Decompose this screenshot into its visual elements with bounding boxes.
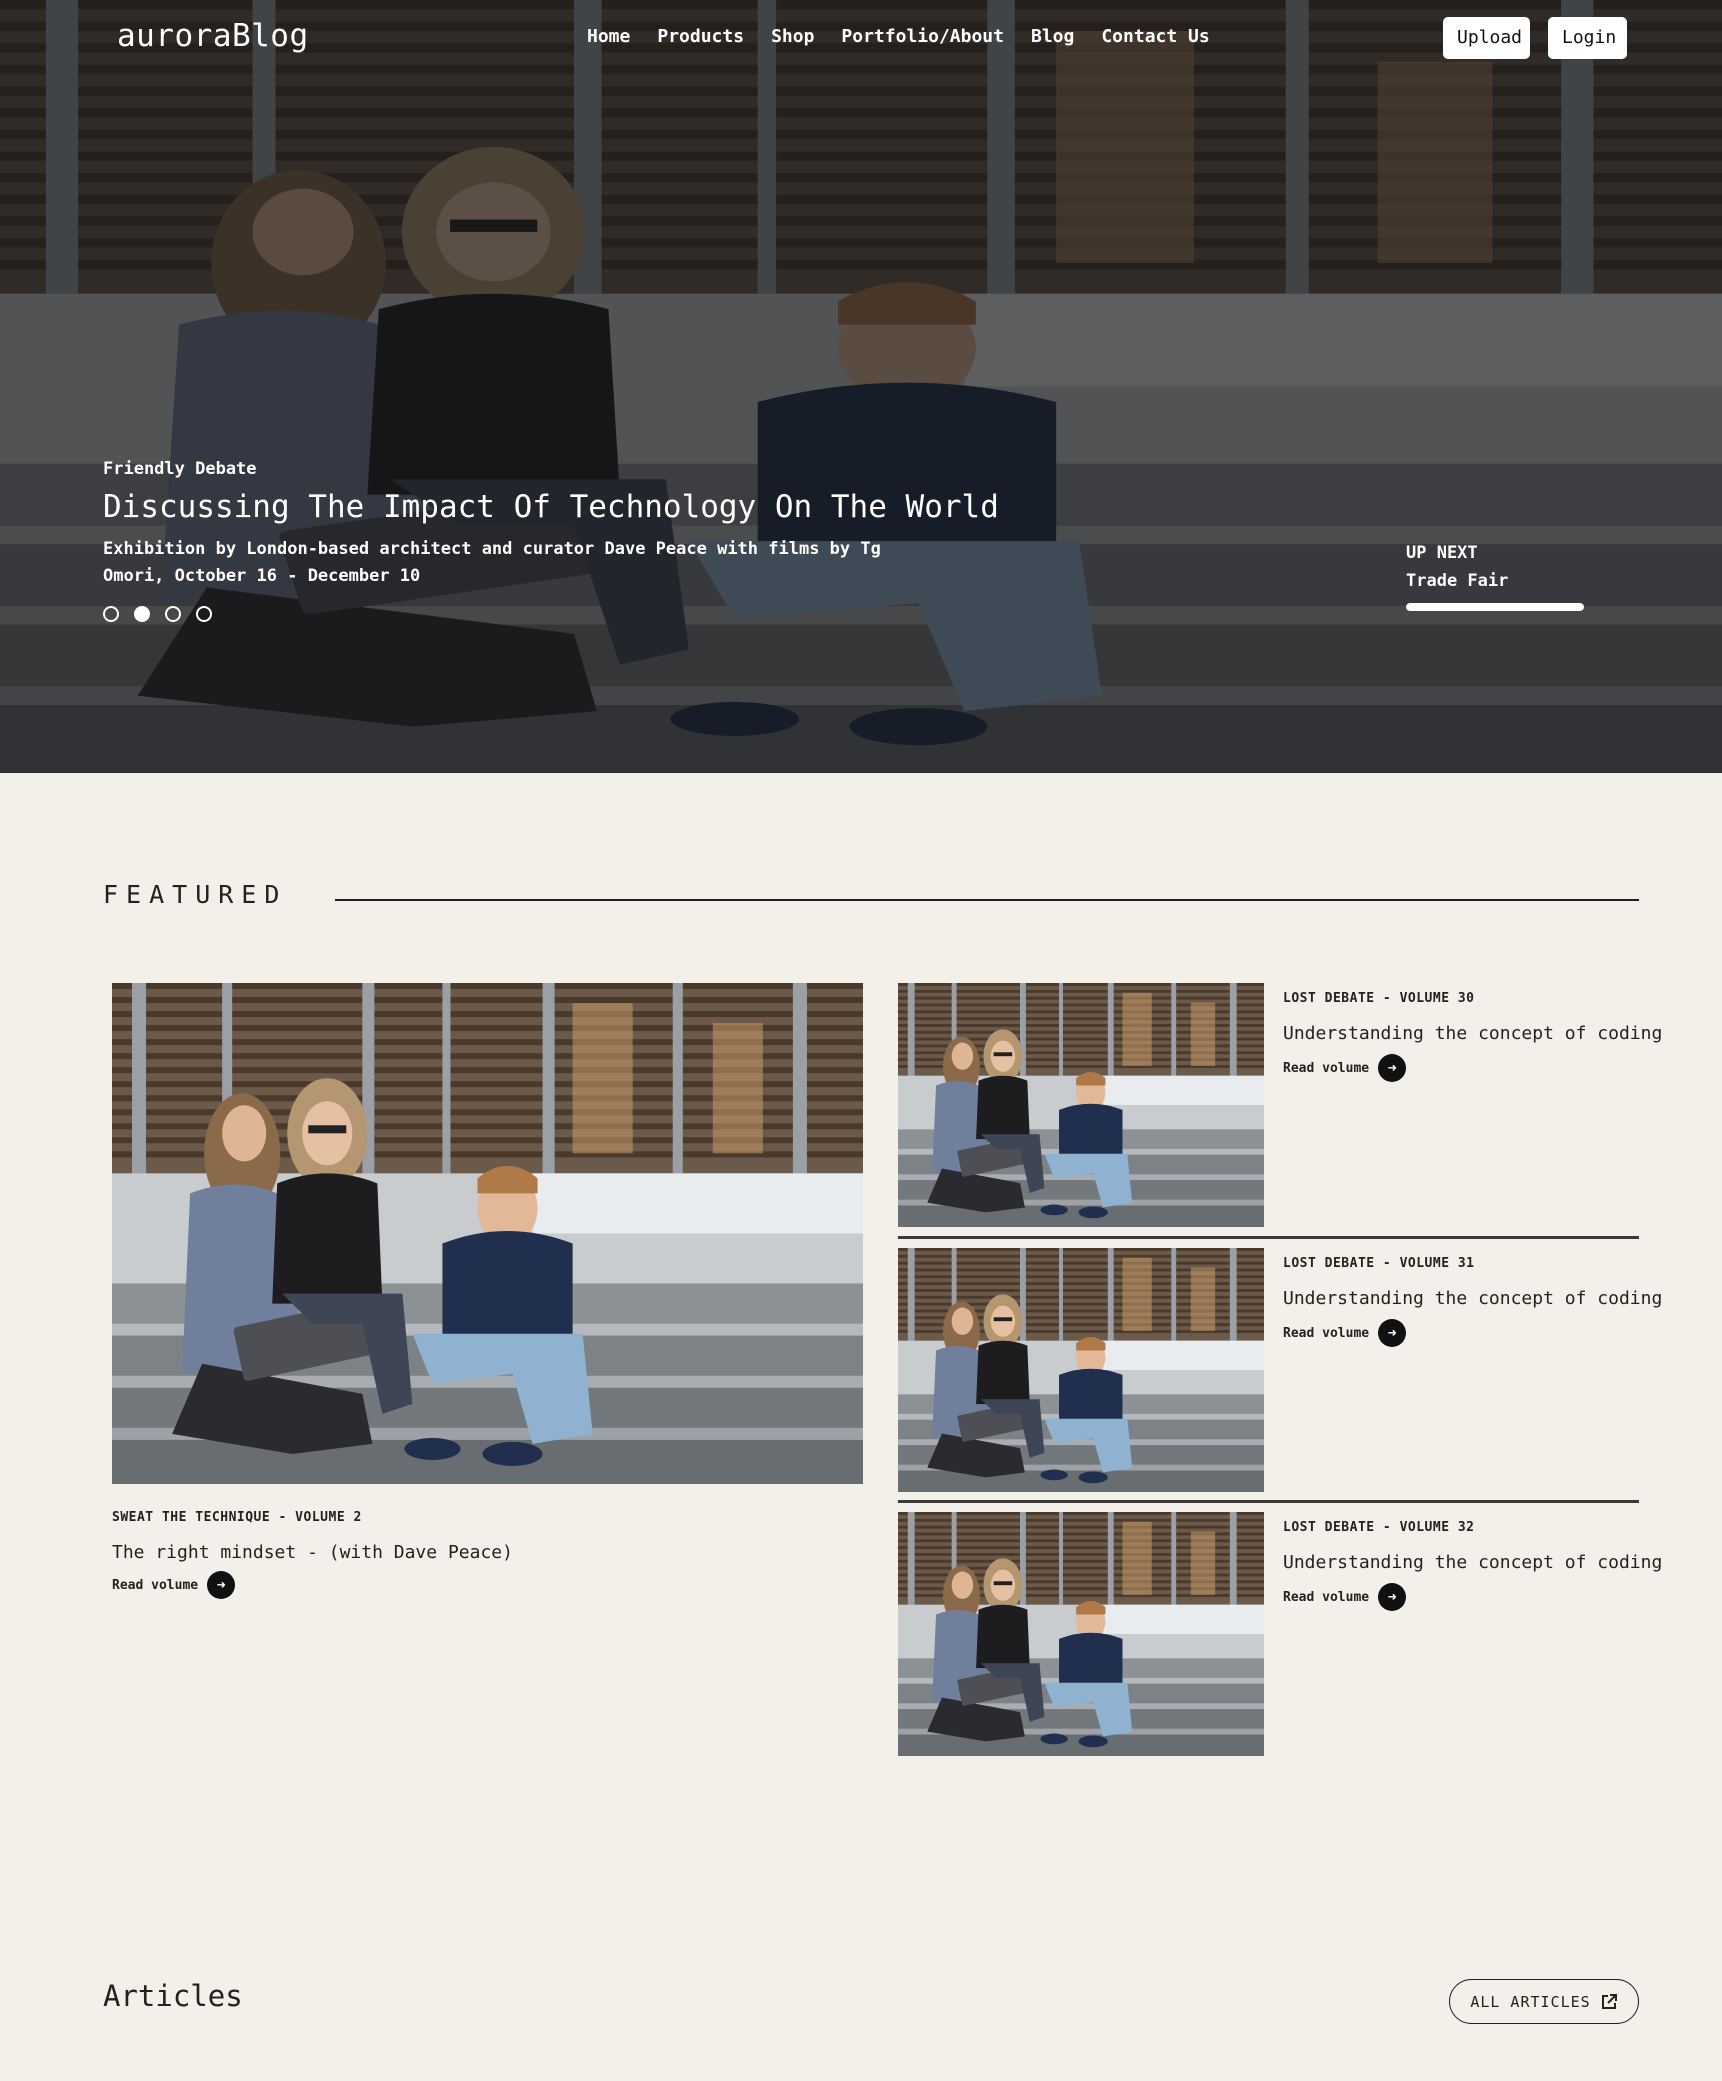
nav-home[interactable]: Home xyxy=(587,26,630,47)
featured-side-read-link-2[interactable]: Read volume ➜ xyxy=(1283,1319,1407,1347)
featured-side-image-1[interactable] xyxy=(898,983,1264,1227)
hero-kicker: Friendly Debate xyxy=(103,459,257,479)
featured-main-image[interactable] xyxy=(112,983,863,1484)
featured-side-image-2[interactable] xyxy=(898,1248,1264,1492)
up-next-label: UP NEXT xyxy=(1406,543,1478,563)
up-next-progress-fill xyxy=(1406,603,1584,611)
up-next-title: Trade Fair xyxy=(1406,571,1509,591)
nav-blog[interactable]: Blog xyxy=(1031,26,1074,47)
hero-banner: auroraBlog Home Products Shop Portfolio/… xyxy=(0,0,1722,773)
all-articles-button[interactable]: ALL ARTICLES xyxy=(1449,1979,1639,2024)
hero-overlay xyxy=(0,0,1722,773)
slide-dot-4[interactable] xyxy=(196,606,212,622)
all-articles-label: ALL ARTICLES xyxy=(1470,1992,1591,2011)
nav-shop[interactable]: Shop xyxy=(771,26,814,47)
hero-description: Exhibition by London-based architect and… xyxy=(103,539,881,586)
slide-dot-1[interactable] xyxy=(103,606,119,622)
slide-indicators xyxy=(103,606,212,622)
read-volume-label: Read volume xyxy=(112,1577,199,1593)
nav-products[interactable]: Products xyxy=(657,26,744,47)
upload-button[interactable]: Upload xyxy=(1443,17,1530,59)
slide-dot-2[interactable] xyxy=(134,606,150,622)
nav-contact-us[interactable]: Contact Us xyxy=(1101,26,1209,47)
site-logo[interactable]: auroraBlog xyxy=(117,18,309,54)
featured-main-title[interactable]: The right mindset - (with Dave Peace) xyxy=(112,1542,513,1563)
featured-side-card-1[interactable]: LOST DEBATE - VOLUME 30 Understanding th… xyxy=(898,983,1662,1227)
featured-side-title-3[interactable]: Understanding the concept of coding xyxy=(1283,1552,1662,1573)
main-menu: Home Products Shop Portfolio/About Blog … xyxy=(587,26,1237,47)
read-volume-label: Read volume xyxy=(1283,1060,1370,1076)
read-volume-label: Read volume xyxy=(1283,1589,1370,1605)
articles-heading: Articles xyxy=(103,1979,243,2013)
featured-side-title-1[interactable]: Understanding the concept of coding xyxy=(1283,1023,1662,1044)
hero-title: Discussing The Impact Of Technology On T… xyxy=(103,489,999,525)
side-card-divider xyxy=(898,1236,1639,1239)
featured-divider xyxy=(335,899,1639,901)
external-link-icon xyxy=(1601,1993,1617,2009)
arrow-right-icon[interactable]: ➜ xyxy=(207,1571,236,1599)
featured-main-card[interactable]: SWEAT THE TECHNIQUE - VOLUME 2 The right… xyxy=(112,983,863,1599)
featured-main-read-link[interactable]: Read volume ➜ xyxy=(112,1571,236,1599)
featured-side-title-2[interactable]: Understanding the concept of coding xyxy=(1283,1288,1662,1309)
top-navigation: auroraBlog Home Products Shop Portfolio/… xyxy=(0,0,1722,76)
featured-side-read-link-1[interactable]: Read volume ➜ xyxy=(1283,1054,1407,1082)
featured-side-card-2[interactable]: LOST DEBATE - VOLUME 31 Understanding th… xyxy=(898,1248,1662,1492)
arrow-right-icon[interactable]: ➜ xyxy=(1378,1583,1407,1611)
featured-side-kicker-3: LOST DEBATE - VOLUME 32 xyxy=(1283,1520,1475,1535)
read-volume-label: Read volume xyxy=(1283,1325,1370,1341)
arrow-right-icon[interactable]: ➜ xyxy=(1378,1319,1407,1347)
nav-portfolio-about[interactable]: Portfolio/About xyxy=(841,26,1004,47)
side-card-divider xyxy=(898,1500,1639,1503)
featured-side-image-3[interactable] xyxy=(898,1512,1264,1756)
featured-heading: FEATURED xyxy=(103,880,288,909)
featured-side-card-3[interactable]: LOST DEBATE - VOLUME 32 Understanding th… xyxy=(898,1512,1662,1756)
featured-side-kicker-2: LOST DEBATE - VOLUME 31 xyxy=(1283,1256,1475,1271)
arrow-right-icon[interactable]: ➜ xyxy=(1378,1054,1407,1082)
featured-main-kicker: SWEAT THE TECHNIQUE - VOLUME 2 xyxy=(112,1510,362,1525)
featured-side-kicker-1: LOST DEBATE - VOLUME 30 xyxy=(1283,991,1475,1006)
up-next-progress-track xyxy=(1406,603,1584,611)
slide-dot-3[interactable] xyxy=(165,606,181,622)
up-next[interactable]: UP NEXT Trade Fair xyxy=(1406,543,1584,611)
featured-side-read-link-3[interactable]: Read volume ➜ xyxy=(1283,1583,1407,1611)
login-button[interactable]: Login xyxy=(1548,17,1627,59)
